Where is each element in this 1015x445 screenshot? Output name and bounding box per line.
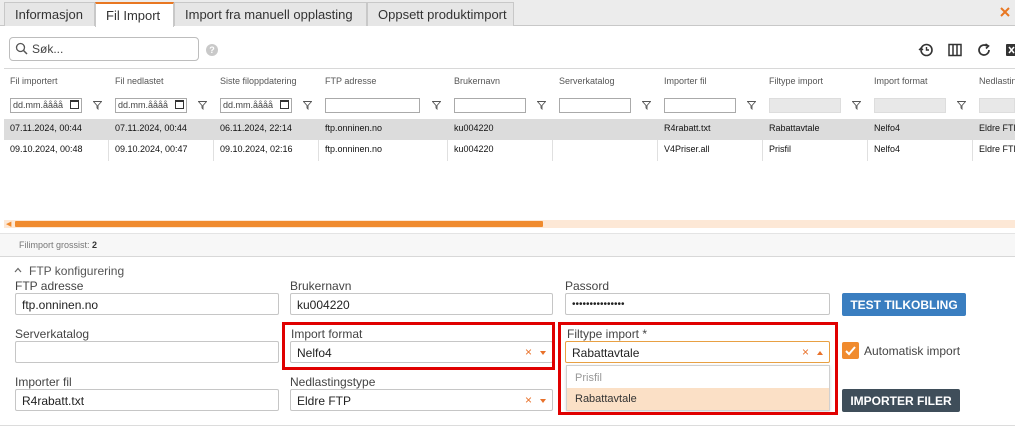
filter-icon[interactable]: [747, 101, 756, 110]
table-cell: Nelfo4: [874, 144, 901, 154]
server-folder-label: Serverkatalog: [15, 327, 90, 341]
tab-bar: Informasjon Fil Import Import fra manuel…: [0, 0, 1015, 27]
table-cell: 06.11.2024, 22:14: [220, 123, 292, 133]
filter-siste-filoppdatering[interactable]: dd.mm.åååå: [220, 98, 292, 113]
search-input[interactable]: [32, 41, 192, 57]
import-file-label: Importer fil: [15, 375, 72, 389]
password-label: Passord: [565, 279, 610, 293]
filter-icon[interactable]: [852, 101, 861, 110]
filter-filtype-import: [769, 98, 841, 113]
table-cell: R4rabatt.txt: [664, 123, 711, 133]
tab-informasjon[interactable]: Informasjon: [4, 2, 95, 26]
record-count-bar: Filimport grossist: 2: [0, 233, 1015, 257]
filter-nedlastingstype: [979, 98, 1015, 113]
record-count: Filimport grossist: 2: [19, 240, 98, 250]
ftp-address-label: FTP adresse: [15, 279, 84, 293]
filter-icon[interactable]: [303, 101, 312, 110]
scrollbar-thumb[interactable]: [15, 221, 543, 227]
column-header-ftp-adresse[interactable]: FTP adresse: [319, 69, 376, 95]
column-header-fil-importert[interactable]: Fil importert: [4, 69, 58, 95]
table-cell: Eldre FTP: [979, 123, 1015, 133]
chevron-down-icon[interactable]: [540, 399, 546, 403]
filter-brukernavn[interactable]: [454, 98, 526, 113]
table-cell: 09.10.2024, 00:47: [115, 144, 188, 154]
calendar-icon[interactable]: [280, 100, 289, 109]
section-header-ftp[interactable]: FTP konfigurering: [14, 264, 124, 278]
filter-importer-fil[interactable]: [664, 98, 736, 113]
scroll-left-icon[interactable]: ◀: [6, 220, 11, 228]
column-header-fil-nedlastet[interactable]: Fil nedlastet: [109, 69, 164, 95]
username-input[interactable]: ku004220: [290, 293, 553, 315]
calendar-icon[interactable]: [175, 100, 184, 109]
column-header-serverkatalog[interactable]: Serverkatalog: [553, 69, 615, 95]
filter-icon[interactable]: [537, 101, 546, 110]
column-header-brukernavn[interactable]: Brukernavn: [448, 69, 500, 95]
import-files-button[interactable]: IMPORTER FILER: [842, 389, 960, 412]
checkmark-icon: [845, 346, 856, 356]
username-label: Brukernavn: [290, 279, 352, 293]
search-box: [9, 37, 199, 61]
history-icon[interactable]: [918, 42, 934, 58]
table-cell: Eldre FTP: [979, 144, 1015, 154]
chevron-up-icon[interactable]: [14, 266, 22, 274]
table-row[interactable]: 09.10.2024, 00:48 09.10.2024, 00:47 09.1…: [4, 140, 1015, 161]
search-icon: [15, 42, 28, 55]
download-type-label: Nedlastingstype: [290, 375, 376, 389]
horizontal-scrollbar[interactable]: ◀: [4, 220, 1015, 228]
clear-icon[interactable]: ×: [525, 393, 532, 407]
filter-ftp-adresse[interactable]: [325, 98, 420, 113]
filter-icon[interactable]: [432, 101, 441, 110]
excel-export-icon[interactable]: [1005, 42, 1015, 58]
tab-import-manuell[interactable]: Import fra manuell opplasting: [174, 2, 367, 26]
table-cell: 09.10.2024, 00:48: [10, 144, 83, 154]
table-cell: 07.11.2024, 00:44: [10, 123, 82, 133]
column-header-nedlastingstype[interactable]: Nedlastingstype: [973, 69, 1015, 95]
table-cell: ftp.onninen.no: [325, 123, 383, 133]
table-cell: ftp.onninen.no: [325, 144, 383, 154]
filter-icon[interactable]: [93, 101, 102, 110]
filter-fil-nedlastet[interactable]: dd.mm.åååå: [115, 98, 187, 113]
table-cell: 07.11.2024, 00:44: [115, 123, 187, 133]
test-connection-button[interactable]: TEST TILKOBLING: [842, 293, 966, 316]
highlight-import-format: [282, 322, 555, 370]
auto-import-checkbox[interactable]: [842, 342, 859, 359]
import-file-input[interactable]: R4rabatt.txt: [15, 389, 279, 411]
filter-serverkatalog[interactable]: [559, 98, 631, 113]
server-folder-input[interactable]: [15, 341, 279, 363]
column-header-importer-fil[interactable]: Importer fil: [658, 69, 707, 95]
close-icon[interactable]: [997, 4, 1013, 20]
table-cell: Rabattavtale: [769, 123, 820, 133]
filter-row: dd.mm.åååå dd.mm.åååå dd.mm.åååå: [4, 95, 1015, 117]
tab-oppsett-produktimport[interactable]: Oppsett produktimport: [367, 2, 514, 26]
column-header-import-format[interactable]: Import format: [868, 69, 928, 95]
filter-import-format: [874, 98, 946, 113]
ftp-address-input[interactable]: ftp.onninen.no: [15, 293, 279, 315]
table-cell: Nelfo4: [874, 123, 901, 133]
table-cell: ku004220: [454, 144, 494, 154]
table-cell: 09.10.2024, 02:16: [220, 144, 293, 154]
tab-fil-import[interactable]: Fil Import: [95, 2, 174, 27]
password-input[interactable]: •••••••••••••••: [565, 293, 830, 315]
table-row[interactable]: 07.11.2024, 00:44 07.11.2024, 00:44 06.1…: [4, 119, 1015, 140]
file-import-grid: Fil importert Fil nedlastet Siste filopp…: [4, 68, 1015, 233]
filter-icon[interactable]: [957, 101, 966, 110]
columns-icon[interactable]: [947, 42, 963, 58]
table-cell: ku004220: [454, 123, 494, 133]
filter-icon[interactable]: [642, 101, 651, 110]
highlight-file-type: [558, 322, 838, 415]
calendar-icon[interactable]: [70, 100, 79, 109]
filter-icon[interactable]: [198, 101, 207, 110]
auto-import-label: Automatisk import: [864, 344, 961, 358]
help-icon[interactable]: ?: [206, 44, 218, 56]
download-type-select[interactable]: Eldre FTP ×: [290, 389, 553, 411]
column-header-siste-filoppdatering[interactable]: Siste filoppdatering: [214, 69, 297, 95]
column-header-filtype-import[interactable]: Filtype import: [763, 69, 823, 95]
filter-fil-importert[interactable]: dd.mm.åååå: [10, 98, 82, 113]
table-cell: Prisfil: [769, 144, 791, 154]
divider: [0, 425, 1015, 426]
table-cell: V4Priser.all: [664, 144, 710, 154]
refresh-icon[interactable]: [976, 42, 992, 58]
